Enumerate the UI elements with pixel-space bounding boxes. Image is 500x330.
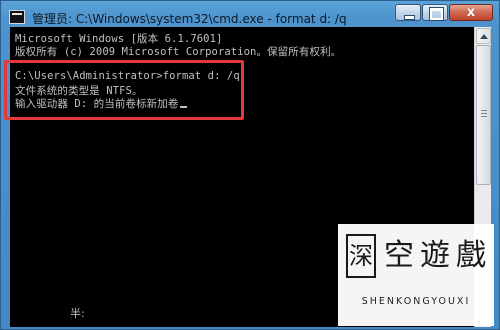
highlight-annotation xyxy=(4,60,244,120)
watermark-logo: 深 空 遊 戲 SHENKONGYOUXI xyxy=(338,224,494,326)
cmd-icon[interactable] xyxy=(9,10,25,24)
window-title: 管理员: C:\Windows\system32\cmd.exe - forma… xyxy=(32,12,347,26)
ime-status: 半: xyxy=(70,307,85,320)
watermark-char: 空 xyxy=(384,238,414,273)
console-line: 版权所有 (c) 2009 Microsoft Corporation。保留所有… xyxy=(15,46,342,58)
watermark-char: 深 xyxy=(346,234,376,278)
scroll-up-button[interactable] xyxy=(476,28,491,44)
close-icon: x xyxy=(466,5,476,20)
maximize-icon xyxy=(423,5,447,21)
minimize-icon xyxy=(396,5,420,20)
minimize-button[interactable] xyxy=(395,4,421,21)
watermark-char: 戲 xyxy=(456,238,486,273)
grip-icon xyxy=(481,110,487,118)
watermark-char: 遊 xyxy=(420,238,450,273)
watermark-text: SHENKONGYOUXI xyxy=(361,296,471,307)
close-button[interactable]: x xyxy=(449,4,493,21)
scroll-thumb[interactable] xyxy=(476,45,491,185)
maximize-button[interactable] xyxy=(422,4,448,21)
